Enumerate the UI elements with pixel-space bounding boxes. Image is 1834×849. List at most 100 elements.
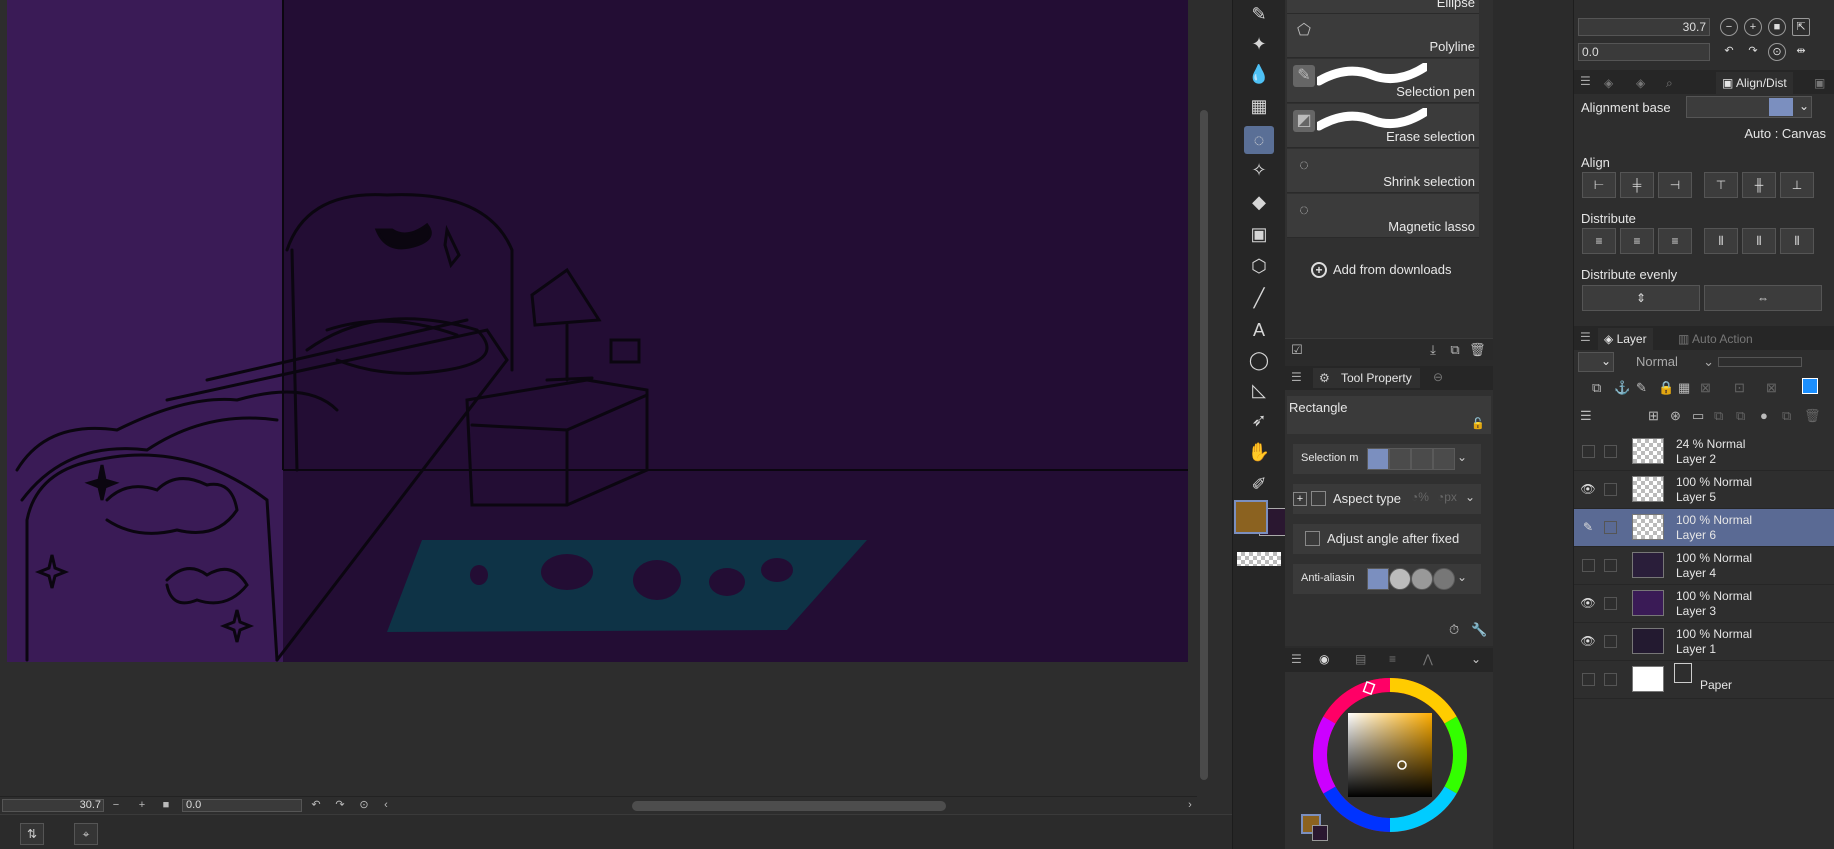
color-set-tab-icon[interactable]: ▤: [1355, 652, 1366, 666]
zoom-in-icon[interactable]: +: [1744, 18, 1762, 36]
slider-tab-icon[interactable]: ≡: [1389, 652, 1396, 666]
subtool-item[interactable]: ◩ Erase selection: [1287, 104, 1479, 148]
anti-alias-none-button[interactable]: [1367, 568, 1389, 590]
gradient-tool-icon[interactable]: ▣: [1244, 220, 1274, 248]
tab-auto-action[interactable]: ▥ Auto Action: [1672, 328, 1759, 350]
reference-icon[interactable]: ⚓: [1614, 380, 1630, 396]
wrench-icon[interactable]: 🔧: [1471, 622, 1487, 638]
distribute-evenly-vertical-button[interactable]: ⇕: [1582, 285, 1700, 311]
reset-rotation-icon[interactable]: ⊙: [1768, 43, 1786, 61]
hand-tool-icon[interactable]: ✋: [1244, 438, 1274, 466]
lasso-tool-icon[interactable]: ◌: [1244, 126, 1274, 154]
color-panel-sub-swatch[interactable]: [1312, 825, 1328, 841]
drawing-canvas[interactable]: [7, 0, 1188, 662]
clip-icon[interactable]: ⧉: [1592, 380, 1601, 396]
chevron-down-icon[interactable]: ⌄: [1457, 570, 1467, 584]
zoom-in-button[interactable]: +: [134, 798, 150, 813]
line-tool-icon[interactable]: ╱: [1244, 284, 1274, 312]
zoom-slider[interactable]: 30.7: [2, 799, 104, 812]
pen-tool-icon[interactable]: ✎: [1244, 0, 1274, 28]
layer-list-icon[interactable]: ☰: [1580, 408, 1592, 424]
layer-row[interactable]: Paper: [1574, 661, 1834, 699]
panel-menu-icon[interactable]: ☰: [1580, 330, 1591, 344]
new-selection-button[interactable]: [1367, 448, 1389, 470]
ruler-tool-icon[interactable]: ◺: [1244, 376, 1274, 404]
subtool-item[interactable]: ◌ Shrink selection: [1287, 149, 1479, 193]
chevron-down-icon[interactable]: ⌄: [1457, 450, 1467, 464]
zoom-out-button[interactable]: −: [108, 798, 124, 813]
panel-menu-icon[interactable]: ☰: [1291, 370, 1302, 384]
rotate-right-icon[interactable]: ↷: [332, 798, 348, 813]
frame-tool-icon[interactable]: ▦: [1244, 92, 1274, 120]
subtool-item[interactable]: ✎ Selection pen: [1287, 59, 1479, 103]
main-color-swatch[interactable]: [1234, 500, 1268, 534]
layout-toggle-icon[interactable]: ⇅: [20, 823, 44, 845]
layer-row[interactable]: 24 % Normal Layer 2: [1574, 433, 1834, 471]
duplicate-icon[interactable]: ⧉: [1447, 342, 1463, 358]
tab-align-dist[interactable]: ▣ Align/Dist: [1716, 72, 1793, 94]
reset-rotation-icon[interactable]: ⊙: [356, 798, 372, 813]
subtool-item[interactable]: ⬠ Polyline: [1287, 14, 1479, 58]
layer-color-selector[interactable]: ⌄: [1578, 352, 1614, 372]
link-icon[interactable]: ⊖: [1433, 370, 1443, 384]
layer-property-tab-icon[interactable]: ◈: [1598, 72, 1619, 94]
color-wheel-tab-icon[interactable]: ◉: [1319, 652, 1329, 666]
align-center-h-button[interactable]: ╪: [1620, 172, 1654, 198]
tab-layer[interactable]: ◈ Layer: [1598, 328, 1653, 350]
search-tab-icon[interactable]: ⌕: [1660, 72, 1679, 94]
fit-button[interactable]: ■: [158, 798, 174, 813]
lock-transparent-icon[interactable]: ▦: [1678, 380, 1690, 396]
blend-mode-select[interactable]: Normal ⌄: [1624, 352, 1724, 372]
layer-lock-toggle[interactable]: [1604, 635, 1617, 648]
mask-layer-icon[interactable]: ●: [1760, 408, 1768, 423]
actual-size-icon[interactable]: ⇱: [1792, 18, 1810, 36]
subtool-item[interactable]: Ellipse: [1287, 0, 1479, 14]
eye-icon[interactable]: 👁: [1580, 633, 1596, 649]
align-left-button[interactable]: ⊢: [1582, 172, 1616, 198]
rotate-left-icon[interactable]: ↶: [308, 798, 324, 813]
eye-icon[interactable]: [1582, 559, 1595, 572]
scroll-left-icon[interactable]: ‹: [378, 798, 394, 813]
distribute-top-button[interactable]: ≡: [1582, 228, 1616, 254]
layer-row[interactable]: 👁 100 % Normal Layer 1: [1574, 623, 1834, 661]
panel-menu-icon[interactable]: ☰: [1291, 652, 1302, 666]
transparent-color-swatch[interactable]: [1237, 552, 1281, 566]
eyedropper-tool-icon[interactable]: ✐: [1244, 470, 1274, 498]
layer-lock-toggle[interactable]: [1604, 445, 1617, 458]
lock-icon[interactable]: 🔓: [1471, 417, 1485, 430]
sparkle-tool-icon[interactable]: ✦: [1244, 30, 1274, 58]
layer-row[interactable]: 👁 100 % Normal Layer 5: [1574, 471, 1834, 509]
navigator-zoom-slider[interactable]: 30.7: [1578, 18, 1710, 36]
draft-icon[interactable]: ✎: [1636, 380, 1647, 396]
subtool-item[interactable]: ◌ Magnetic lasso: [1287, 194, 1479, 238]
layer-lock-toggle[interactable]: [1604, 483, 1617, 496]
intersect-selection-button[interactable]: [1433, 448, 1455, 470]
text-tool-icon[interactable]: A: [1244, 316, 1274, 344]
adjust-angle-checkbox[interactable]: [1305, 531, 1320, 546]
layer-lock-toggle[interactable]: [1604, 673, 1617, 686]
align-right-button[interactable]: ⊣: [1658, 172, 1692, 198]
rotate-right-icon[interactable]: ↷: [1744, 43, 1762, 61]
timer-icon[interactable]: ⏱: [1449, 622, 1459, 638]
blend-tool-icon[interactable]: 💧: [1244, 60, 1274, 88]
rotate-slider[interactable]: 0.0: [182, 799, 302, 812]
anti-alias-medium-button[interactable]: [1411, 568, 1433, 590]
more-tab-icon[interactable]: ▣: [1808, 72, 1831, 94]
align-top-button[interactable]: ⊤: [1704, 172, 1738, 198]
scroll-right-icon[interactable]: ›: [1182, 798, 1198, 813]
expand-icon[interactable]: +: [1293, 492, 1307, 506]
horizontal-scroll-thumb[interactable]: [632, 801, 946, 811]
distribute-center-button[interactable]: ≡: [1620, 228, 1654, 254]
zoom-out-icon[interactable]: −: [1720, 18, 1738, 36]
canvas-settings-icon[interactable]: ⌖: [74, 823, 98, 845]
auto-select-icon[interactable]: ✧: [1244, 156, 1274, 184]
intermediate-tab-icon[interactable]: ⋀: [1423, 652, 1433, 666]
layer-row[interactable]: 100 % Normal Layer 4: [1574, 547, 1834, 585]
delete-icon[interactable]: 🗑: [1469, 342, 1486, 358]
add-selection-button[interactable]: [1389, 448, 1411, 470]
edit-pencil-icon[interactable]: ✎: [1580, 519, 1596, 535]
layer-lock-toggle[interactable]: [1604, 597, 1617, 610]
flip-horizontal-icon[interactable]: ⇹: [1792, 43, 1810, 61]
new-folder-icon[interactable]: ▭: [1692, 408, 1704, 424]
rotate-left-icon[interactable]: ↶: [1720, 43, 1738, 61]
